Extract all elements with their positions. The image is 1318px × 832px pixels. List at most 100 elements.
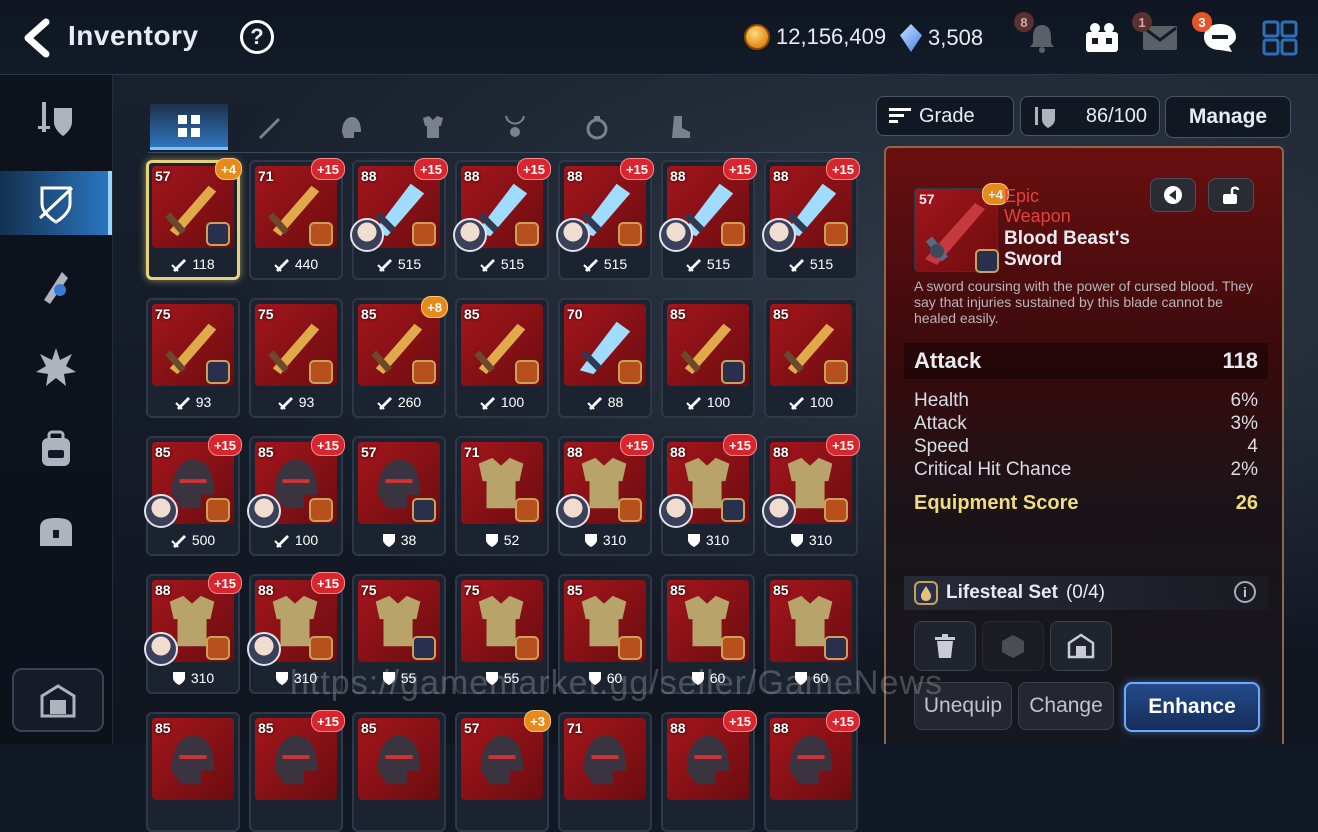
share-button[interactable] [1150, 178, 1196, 212]
item-level: 75 [361, 582, 377, 598]
inventory-item[interactable]: 57 +4 118 [146, 158, 242, 280]
shield-icon [275, 672, 288, 685]
set-info-icon[interactable]: i [1234, 581, 1256, 603]
shield-slash-icon [38, 186, 74, 224]
inventory-item[interactable]: 75 93 [146, 298, 240, 418]
inventory-item[interactable]: 88 +15 310 [762, 434, 860, 556]
item-level: 88 [361, 168, 377, 184]
lock-button[interactable] [1208, 178, 1254, 212]
storage-button[interactable] [12, 668, 104, 732]
inventory-item[interactable]: 75 93 [249, 298, 343, 418]
notification-button[interactable]: 8 [1014, 12, 1064, 58]
chat-button[interactable]: 3 [1192, 12, 1242, 58]
sidebar-item-gear[interactable] [0, 171, 112, 235]
inventory-item[interactable]: 88 +15 515 [659, 158, 757, 280]
item-level: 85 [361, 720, 377, 736]
item-level: 85 [670, 582, 686, 598]
reforge-button[interactable] [982, 621, 1044, 671]
sidebar-item-material[interactable] [0, 335, 112, 399]
inventory-item[interactable]: 71 52 [455, 436, 549, 556]
tab-armor[interactable] [394, 104, 472, 150]
inventory-item[interactable]: 85 +15 100 [247, 434, 345, 556]
manage-button[interactable]: Manage [1165, 96, 1291, 138]
crystal-display[interactable]: 3,508 [900, 24, 983, 52]
attack-icon [274, 535, 289, 548]
tab-all[interactable] [150, 104, 228, 150]
sub-stat-label: Critical Hit Chance [914, 459, 1072, 480]
notification-badge: 8 [1014, 12, 1034, 32]
inventory-item[interactable]: 88 +15 515 [762, 158, 860, 280]
set-icon [309, 360, 333, 384]
attack-icon [686, 397, 701, 410]
inventory-item[interactable]: 88 +15 [661, 710, 757, 832]
inventory-item[interactable]: 85 [352, 712, 446, 832]
shield-icon [584, 534, 597, 547]
inventory-item[interactable]: 88 +15 310 [144, 572, 242, 694]
guild-icon [1086, 23, 1118, 52]
inventory-item[interactable]: 57 +3 [455, 710, 551, 832]
detail-item-image: 57 +4 [914, 183, 1009, 273]
mail-button[interactable]: 1 [1132, 12, 1182, 58]
inventory-item[interactable]: 70 88 [558, 298, 652, 418]
set-progress: (0/4) [1065, 582, 1106, 603]
inventory-item[interactable]: 85 100 [661, 298, 755, 418]
inventory-item[interactable]: 71 +15 440 [249, 158, 345, 280]
helm-item-icon [583, 735, 627, 785]
inventory-item[interactable]: 71 [558, 712, 652, 832]
set-icon [412, 498, 436, 522]
sidebar-item-equipment[interactable] [0, 87, 112, 151]
watermark: https://gamemarket.gg/seller/GameNews [290, 664, 944, 702]
enhance-button[interactable]: Enhance [1124, 682, 1260, 732]
inventory-item[interactable]: 85 +15 500 [144, 434, 242, 556]
tab-ring[interactable] [558, 104, 636, 150]
set-icon [309, 498, 333, 522]
sidebar [0, 75, 113, 744]
back-arrow-icon[interactable] [18, 18, 58, 58]
gold-amount: 12,156,409 [776, 24, 887, 49]
item-stat: 515 [764, 252, 858, 276]
inventory-item[interactable]: 88 +15 515 [556, 158, 654, 280]
item-stat: 310 [661, 528, 755, 552]
inventory-item[interactable]: 85 100 [455, 298, 549, 418]
inventory-item[interactable]: 88 +15 [764, 710, 860, 832]
attack-icon [171, 535, 186, 548]
inventory-item[interactable]: 85 [146, 712, 240, 832]
sidebar-item-artifact[interactable] [0, 253, 112, 317]
gold-display[interactable]: 12,156,409 [744, 24, 886, 50]
enhance-badge: +15 [619, 434, 654, 456]
armor-icon [423, 116, 443, 138]
sub-stat-row: Critical Hit Chance 2% [914, 459, 1258, 482]
inventory-capacity[interactable]: 86/100 [1020, 96, 1160, 136]
item-stat-value: 500 [191, 532, 216, 548]
inventory-item[interactable]: 85 +8 260 [352, 296, 448, 418]
tab-necklace[interactable] [476, 104, 554, 150]
menu-button[interactable] [1258, 18, 1302, 58]
inventory-item[interactable]: 85 +15 [249, 710, 345, 832]
all-icon [178, 114, 200, 137]
boots-icon [672, 116, 690, 138]
hero-portrait [247, 494, 281, 528]
help-button[interactable]: ? [240, 20, 274, 54]
inventory-item[interactable]: 85 100 [764, 298, 858, 418]
tab-boots[interactable] [640, 104, 718, 150]
trash-icon [935, 634, 955, 658]
inventory-item[interactable]: 88 +15 515 [350, 158, 448, 280]
change-button[interactable]: Change [1018, 682, 1114, 730]
sidebar-item-bag[interactable] [0, 417, 112, 481]
artifact-icon [44, 272, 68, 304]
sub-stat-row: Health 6% [914, 390, 1258, 413]
item-level: 85 [567, 582, 583, 598]
inventory-item[interactable]: 57 38 [352, 436, 446, 556]
sort-dropdown[interactable]: Grade [876, 96, 1014, 136]
sidebar-item-chest[interactable] [0, 499, 112, 563]
store-button[interactable] [1050, 621, 1112, 671]
set-icon [618, 498, 642, 522]
tab-helmet[interactable] [312, 104, 390, 150]
page-title: Inventory [68, 20, 199, 51]
tab-weapon[interactable] [230, 104, 308, 150]
guild-button[interactable] [1080, 18, 1124, 58]
inventory-item[interactable]: 88 +15 515 [453, 158, 551, 280]
item-level: 71 [464, 444, 480, 460]
inventory-item[interactable]: 88 +15 310 [659, 434, 757, 556]
inventory-item[interactable]: 88 +15 310 [556, 434, 654, 556]
